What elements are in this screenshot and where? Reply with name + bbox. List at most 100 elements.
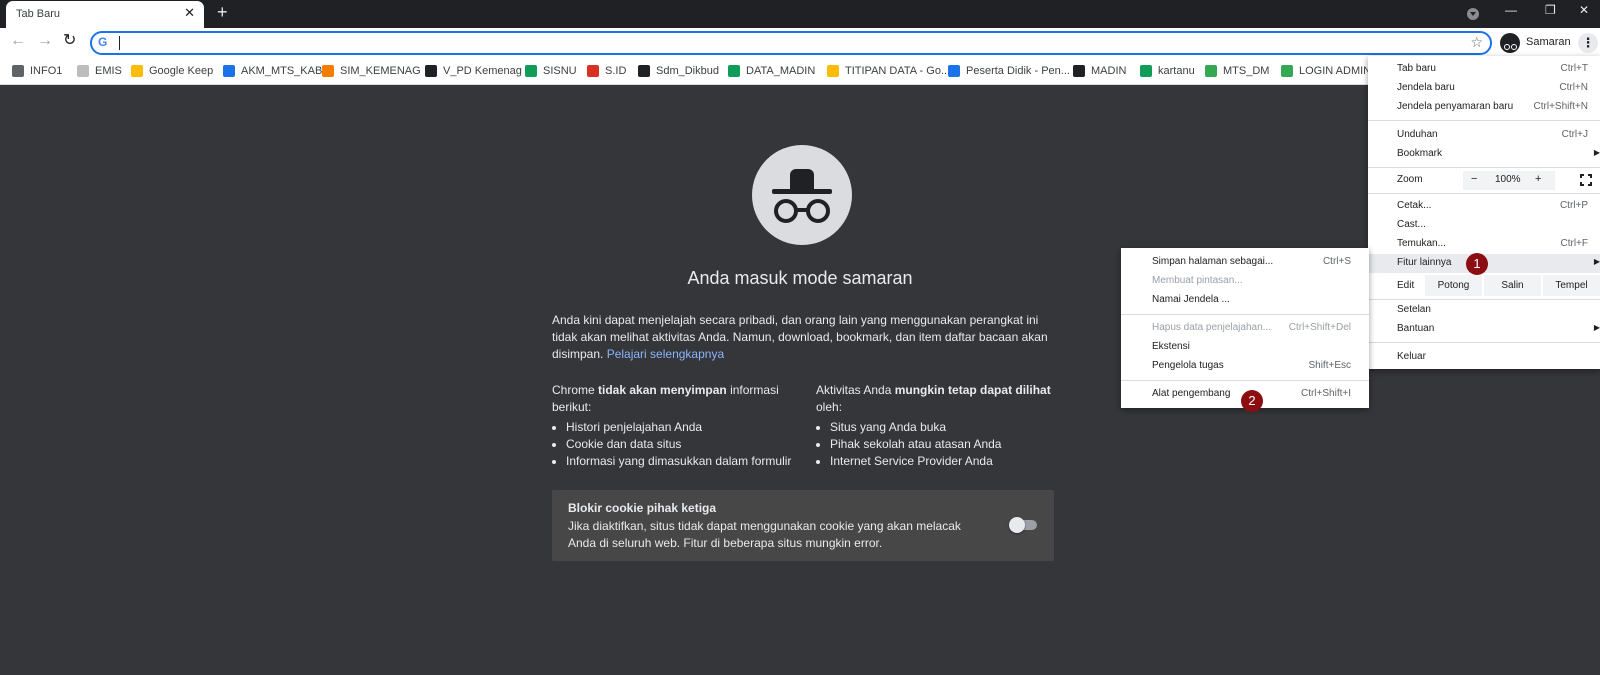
back-arrow-icon[interactable]: ← (10, 33, 26, 49)
bookmark-label: SIM_KEMENAG (340, 65, 421, 77)
cookie-blocking-card: Blokir cookie pihak ketiga Jika diaktifk… (552, 490, 1054, 561)
bookmark-label: kartanu (1158, 65, 1195, 77)
bookmark-icon (322, 65, 334, 77)
menu-zoom: Zoom − 100% + (1368, 171, 1600, 190)
submenu-task-manager[interactable]: Pengelola tugas Shift+Esc (1121, 357, 1369, 376)
minimize-button[interactable]: — (1505, 4, 1517, 16)
zoom-level: 100% (1495, 174, 1521, 185)
chrome-main-menu: Tab baru Ctrl+T Jendela baru Ctrl+N Jendel… (1368, 56, 1600, 369)
bookmark-label: V_PD Kemenag (443, 65, 522, 77)
menu-edit-row: Edit Potong Salin Tempel (1368, 275, 1600, 296)
menu-help[interactable]: Bantuan ▶ (1368, 320, 1600, 339)
menu-settings[interactable]: Setelan (1368, 301, 1600, 320)
tab-close-icon[interactable]: ✕ (184, 6, 195, 19)
close-window-button[interactable]: ✕ (1579, 4, 1589, 16)
list-item: Informasi yang dimasukkan dalam formulir (566, 453, 802, 470)
chevron-right-icon: ▶ (1593, 148, 1600, 157)
bookmark-icon (1073, 65, 1085, 77)
tab-title: Tab Baru (16, 8, 61, 20)
zoom-in-button[interactable]: + (1535, 173, 1541, 185)
bookmark-icon (1281, 65, 1293, 77)
menu-exit[interactable]: Keluar (1368, 348, 1600, 367)
bookmark-icon (12, 65, 24, 77)
menu-divider (1368, 193, 1600, 194)
paste-button[interactable]: Tempel (1542, 275, 1600, 296)
page-title: Anda masuk mode samaran (687, 268, 913, 288)
chevron-right-icon: ▶ (1593, 257, 1600, 266)
menu-new-tab[interactable]: Tab baru Ctrl+T (1368, 60, 1600, 79)
not-saved-column: Chrome tidak akan menyimpan informasi be… (552, 382, 802, 470)
text-caret (119, 36, 120, 50)
submenu-clear-data[interactable]: Hapus data penjelajahan... Ctrl+Shift+Del (1121, 319, 1369, 338)
bookmark-icon (1205, 65, 1217, 77)
menu-new-window[interactable]: Jendela baru Ctrl+N (1368, 79, 1600, 98)
zoom-controls: − 100% + (1463, 171, 1555, 190)
incognito-icon (1500, 33, 1520, 53)
bookmark-icon (77, 65, 89, 77)
bookmark-label: INFO1 (30, 65, 63, 77)
bookmarks-bar: INFO1 EMIS Google Keep AKM_MTS_KAB SIM_K… (0, 58, 1600, 85)
bookmark-label: Peserta Didik - Pen... (966, 65, 1070, 77)
reload-icon[interactable]: ↻ (63, 33, 76, 49)
bookmark-label: LOGIN ADMIN (1299, 65, 1372, 77)
bookmark-icon (525, 65, 537, 77)
star-icon[interactable]: ☆ (1470, 34, 1483, 51)
learn-more-link[interactable]: Pelajari selengkapnya (607, 347, 724, 361)
cookie-title: Blokir cookie pihak ketiga (568, 501, 717, 515)
zoom-out-button[interactable]: − (1471, 173, 1477, 185)
submenu-create-shortcut[interactable]: Membuat pintasan... (1121, 272, 1369, 291)
bookmark-label: S.ID (605, 65, 627, 77)
bookmark-icon (587, 65, 599, 77)
bookmark-label: AKM_MTS_KAB (241, 65, 323, 77)
list-item: Cookie dan data situs (566, 436, 802, 453)
bookmark-label: SISNU (543, 65, 577, 77)
cookie-toggle[interactable] (1009, 517, 1037, 533)
list-item: Situs yang Anda buka (830, 419, 1056, 436)
bookmark-label: EMIS (95, 65, 122, 77)
incognito-logo-icon (752, 145, 852, 245)
new-tab-button[interactable]: + (217, 3, 228, 21)
copy-button[interactable]: Salin (1483, 275, 1541, 296)
menu-new-incognito[interactable]: Jendela penyamaran baru Ctrl+Shift+N (1368, 98, 1600, 117)
google-icon: G (98, 35, 108, 49)
restore-button[interactable]: ❐ (1545, 4, 1556, 16)
bookmark-icon (131, 65, 143, 77)
menu-find[interactable]: Temukan... Ctrl+F (1368, 235, 1600, 254)
bookmark-icon (1140, 65, 1152, 77)
address-bar[interactable]: G ☆ (90, 31, 1492, 55)
list-item: Internet Service Provider Anda (830, 453, 1056, 470)
tab-new-tab[interactable]: Tab Baru ✕ (6, 1, 204, 28)
menu-downloads[interactable]: Unduhan Ctrl+J (1368, 126, 1600, 145)
still-visible-heading: Aktivitas Anda mungkin tetap dapat dilih… (816, 383, 1051, 414)
step-2-badge: 2 (1241, 390, 1263, 412)
bookmark-label: Google Keep (149, 65, 214, 77)
bookmark-label: DATA_MADIN (746, 65, 816, 77)
bookmark-icon (728, 65, 740, 77)
menu-bookmark[interactable]: Bookmark ▶ (1368, 145, 1600, 164)
forward-arrow-icon[interactable]: → (37, 33, 53, 49)
menu-divider (1368, 167, 1600, 168)
bookmark-label: MADIN (1091, 65, 1127, 77)
fullscreen-icon[interactable] (1579, 173, 1593, 187)
bookmark-icon (223, 65, 235, 77)
submenu-name-window[interactable]: Namai Jendela ... (1121, 291, 1369, 310)
chrome-menu-icon[interactable]: ⋮ (1578, 33, 1598, 53)
menu-divider (1121, 314, 1369, 315)
bookmark-label: MTS_DM (1223, 65, 1270, 77)
tab-strip: Tab Baru ✕ + — ❐ ✕ (0, 0, 1600, 28)
menu-print[interactable]: Cetak... Ctrl+P (1368, 197, 1600, 216)
menu-cast[interactable]: Cast... (1368, 216, 1600, 235)
submenu-extensions[interactable]: Ekstensi (1121, 338, 1369, 357)
bookmark-icon (948, 65, 960, 77)
toolbar: ← → ↻ G ☆ Samaran ⋮ (0, 28, 1600, 58)
bookmark-icon (425, 65, 437, 77)
incognito-profile-chip[interactable]: Samaran (1500, 33, 1582, 53)
cut-button[interactable]: Potong (1424, 275, 1482, 296)
menu-divider (1368, 299, 1600, 300)
bookmark-label: Sdm_Dikbud (656, 65, 719, 77)
menu-divider (1121, 380, 1369, 381)
toggle-knob (1009, 517, 1025, 533)
submenu-save-page[interactable]: Simpan halaman sebagai... Ctrl+S (1121, 253, 1369, 272)
tab-search-icon[interactable] (1467, 8, 1479, 20)
bookmark-icon (827, 65, 839, 77)
